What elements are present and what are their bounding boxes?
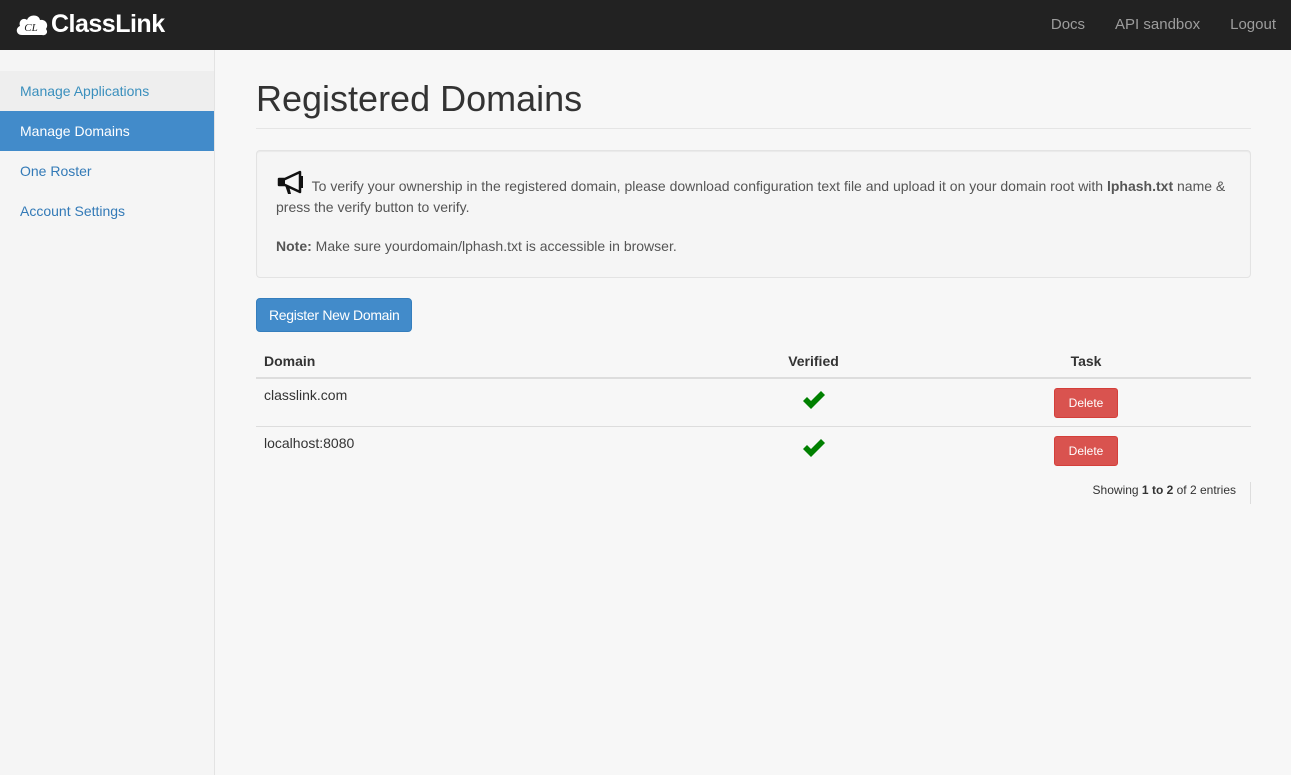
domains-table: Domain Verified Task classlink.com Delet… bbox=[256, 345, 1251, 474]
main-content: Registered Domains To verify your owners… bbox=[256, 50, 1251, 504]
sidebar-item-manage-domains[interactable]: Manage Domains bbox=[0, 111, 214, 151]
svg-text:CL: CL bbox=[24, 22, 37, 34]
verified-check-icon bbox=[801, 438, 827, 460]
domain-cell: localhost:8080 bbox=[256, 426, 706, 474]
info-to-word: to bbox=[1148, 483, 1167, 497]
nav-link-docs[interactable]: Docs bbox=[1036, 0, 1100, 50]
brand-name: ClassLink bbox=[51, 9, 165, 38]
brand-logo-link[interactable]: CL ClassLink bbox=[14, 9, 165, 39]
task-cell: Delete bbox=[921, 426, 1251, 474]
table-entries-info: Showing 1 to 2 of 2 entries bbox=[1093, 482, 1251, 504]
top-navbar: CL ClassLink Docs API sandbox Logout bbox=[0, 0, 1291, 50]
verified-check-icon bbox=[801, 390, 827, 412]
verified-cell bbox=[706, 426, 921, 474]
column-header-task[interactable]: Task bbox=[921, 345, 1251, 379]
nav-link-logout[interactable]: Logout bbox=[1215, 0, 1291, 50]
sidebar: Manage Applications Manage Domains One R… bbox=[0, 50, 215, 775]
table-row: localhost:8080 Delete bbox=[256, 426, 1251, 474]
verification-instructions: To verify your ownership in the register… bbox=[276, 170, 1231, 218]
instructions-filename: lphash.txt bbox=[1106, 178, 1174, 194]
sidebar-item-account-settings[interactable]: Account Settings bbox=[0, 191, 214, 231]
table-header-row: Domain Verified Task bbox=[256, 345, 1251, 379]
instructions-text-start: To verify your ownership in the register… bbox=[308, 178, 1107, 194]
note-text: Make sure yourdomain/lphash.txt is acces… bbox=[311, 238, 677, 254]
domain-cell: classlink.com bbox=[256, 377, 706, 427]
page-title: Registered Domains bbox=[256, 80, 1251, 129]
delete-domain-button[interactable]: Delete bbox=[1053, 436, 1119, 466]
delete-domain-button[interactable]: Delete bbox=[1053, 388, 1119, 418]
verified-cell bbox=[706, 377, 921, 427]
table-row: classlink.com Delete bbox=[256, 377, 1251, 427]
task-cell: Delete bbox=[921, 377, 1251, 427]
info-suffix: of 2 entries bbox=[1173, 483, 1236, 497]
register-new-domain-button[interactable]: Register New Domain bbox=[256, 298, 413, 332]
info-prefix: Showing bbox=[1092, 483, 1142, 497]
column-header-domain[interactable]: Domain bbox=[256, 345, 706, 379]
verification-info-panel: To verify your ownership in the register… bbox=[256, 150, 1251, 278]
nav-link-api-sandbox[interactable]: API sandbox bbox=[1100, 0, 1215, 50]
sidebar-item-one-roster[interactable]: One Roster bbox=[0, 151, 214, 191]
verification-note: Note: Make sure yourdomain/lphash.txt is… bbox=[276, 236, 1231, 257]
column-header-verified[interactable]: Verified bbox=[706, 345, 921, 379]
note-label: Note: bbox=[276, 238, 312, 254]
nav-links: Docs API sandbox Logout bbox=[1036, 0, 1291, 50]
sidebar-item-manage-applications[interactable]: Manage Applications bbox=[0, 71, 214, 111]
bullhorn-icon bbox=[276, 170, 306, 196]
info-from: 1 bbox=[1141, 483, 1149, 497]
classlink-cloud-icon: CL bbox=[14, 9, 50, 39]
